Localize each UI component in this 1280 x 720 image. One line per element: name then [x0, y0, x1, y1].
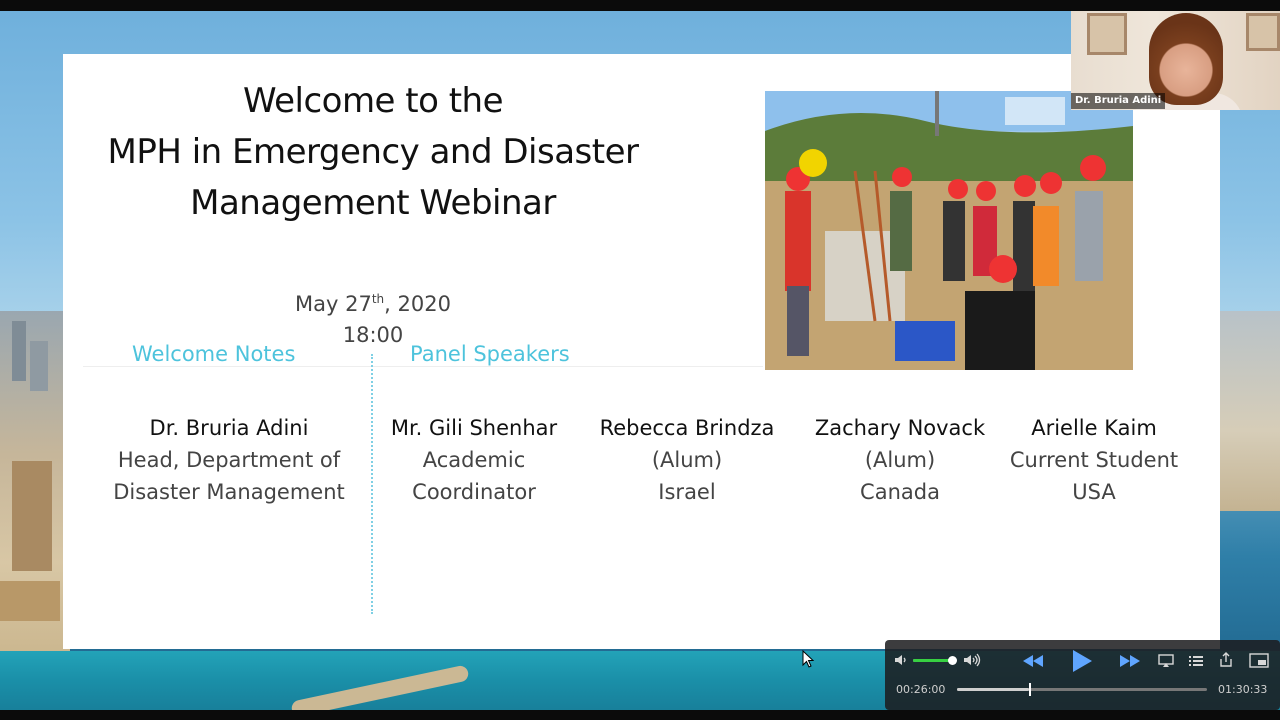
speaker-detail: Coordinator [412, 480, 536, 504]
webinar-date: May 27th, 2020 18:00 [263, 284, 483, 351]
speaker-card: Dr. Bruria Adini Head, Department of Dis… [100, 412, 358, 508]
speaker-name: Zachary Novack [814, 416, 986, 440]
top-black-bar [0, 0, 1280, 11]
seek-bar-playhead[interactable] [1028, 683, 1031, 696]
speaker-role: Head, Department of [117, 448, 341, 472]
wall-picture [1087, 13, 1127, 55]
wall-picture [1246, 13, 1280, 51]
section-divider [371, 354, 373, 614]
speaker-name: Rebecca Brindza [599, 416, 775, 440]
speaker-card: Zachary Novack (Alum) Canada [800, 412, 1000, 508]
speaker-role: Academic [422, 448, 526, 472]
total-duration: 01:30:33 [1218, 683, 1268, 696]
picture-in-picture-icon[interactable] [1249, 653, 1269, 668]
section-rule [83, 366, 763, 367]
media-player-controls: 00:26:00 01:30:33 [885, 640, 1280, 710]
speaker-card: Rebecca Brindza (Alum) Israel [587, 412, 787, 508]
fast-forward-icon[interactable] [1118, 653, 1142, 669]
participant-video-thumbnail[interactable]: Dr. Bruria Adini [1071, 11, 1280, 110]
panel-speakers-heading: Panel Speakers [410, 342, 570, 366]
bottom-black-bar [0, 710, 1280, 720]
volume-slider[interactable] [913, 656, 957, 665]
speaker-card: Arielle Kaim Current Student USA [993, 412, 1195, 508]
speaker-detail: Israel [658, 480, 716, 504]
volume-high-icon[interactable] [963, 652, 983, 668]
city-skyline-left [0, 311, 70, 671]
title-line-1: Welcome to the [242, 81, 504, 121]
mouse-cursor-icon [802, 650, 814, 668]
welcome-notes-heading: Welcome Notes [132, 342, 296, 366]
title-line-3: Management Webinar [190, 183, 556, 223]
title-line-2: MPH in Emergency and Disaster [107, 132, 639, 172]
date-suffix: , 2020 [384, 292, 451, 316]
speaker-card: Mr. Gili Shenhar Academic Coordinator [379, 412, 569, 508]
speaker-role: Current Student [1009, 448, 1179, 472]
date-prefix: May 27 [295, 292, 372, 316]
speaker-role: (Alum) [651, 448, 723, 472]
speaker-detail: USA [1072, 480, 1116, 504]
presentation-slide: Welcome to the MPH in Emergency and Disa… [63, 54, 1220, 649]
play-icon[interactable] [1071, 649, 1093, 673]
speaker-name: Dr. Bruria Adini [149, 416, 309, 440]
share-icon[interactable] [1219, 652, 1233, 668]
chapters-icon[interactable] [1188, 654, 1204, 668]
participant-name-label: Dr. Bruria Adini [1071, 93, 1166, 109]
volume-low-icon[interactable] [894, 653, 908, 667]
team-photo [765, 91, 1133, 370]
participant-avatar [1149, 13, 1223, 105]
current-time: 00:26:00 [896, 683, 946, 696]
slide-title: Welcome to the MPH in Emergency and Disa… [83, 76, 663, 229]
rewind-icon[interactable] [1021, 653, 1045, 669]
speaker-name: Mr. Gili Shenhar [390, 416, 558, 440]
airplay-icon[interactable] [1158, 654, 1174, 668]
seek-bar-progress [957, 688, 1029, 691]
volume-slider-knob[interactable] [947, 656, 957, 665]
speaker-name: Arielle Kaim [1031, 416, 1157, 440]
date-ordinal: th [371, 292, 385, 306]
volume-slider-fill [913, 659, 952, 662]
seek-bar[interactable] [957, 683, 1207, 696]
team-photo-illustration [765, 91, 1133, 370]
speaker-detail: Disaster Management [113, 480, 345, 504]
city-skyline-right [1220, 311, 1280, 511]
speaker-role: (Alum) [864, 448, 936, 472]
speaker-detail: Canada [860, 480, 940, 504]
